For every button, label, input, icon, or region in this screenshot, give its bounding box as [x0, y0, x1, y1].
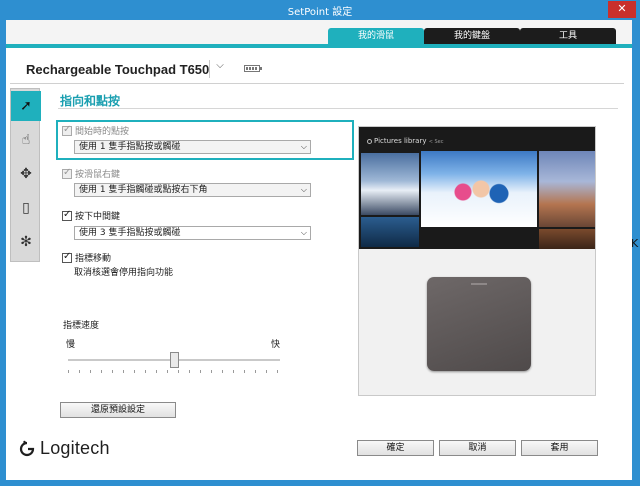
back-icon [367, 139, 372, 144]
slider-ticks [68, 370, 280, 373]
pictures-library-preview: Pictures library < Sec [359, 127, 595, 249]
middle-click-checkbox-row[interactable]: 按下中間鍵 [62, 209, 120, 222]
apply-button[interactable]: 套用 [521, 440, 598, 456]
header-divider [10, 83, 624, 84]
speed-slow-label: 慢 [66, 340, 76, 350]
pointer-move-note: 取消核選會停用指向功能 [74, 268, 174, 278]
offscreen-window-edge-text: K [631, 237, 639, 250]
tab-tools[interactable]: 工具 [520, 28, 616, 44]
window-title: SetPoint 設定 [287, 7, 353, 18]
section-title: 指向和點按 [60, 94, 121, 108]
tap-click-checkbox[interactable] [62, 124, 72, 136]
hand-icon[interactable]: ☝ [13, 125, 39, 155]
pictures-library-header: Pictures library < Sec [367, 137, 443, 145]
tap-click-label: 間始時的點按 [75, 127, 130, 137]
middle-click-label: 按下中間鍵 [75, 212, 121, 222]
middle-click-select-value: 使用 3 隻手指點按或觸碰 [79, 228, 181, 238]
chevron-down-icon[interactable]: ⌵ [213, 60, 227, 76]
chevron-down-icon: ⌵ [300, 228, 307, 237]
speed-fast-label: 快 [271, 340, 281, 350]
right-click-checkbox[interactable] [62, 167, 72, 179]
tab-strip: 我的滑鼠 我的鍵盤 工具 [6, 20, 632, 48]
battery-vertical-icon[interactable]: ▯ [13, 193, 39, 223]
photo-thumbnail [539, 151, 595, 227]
section-divider [58, 108, 618, 109]
cancel-button[interactable]: 取消 [439, 440, 516, 456]
pointer-speed-label: 指標速度 [63, 321, 100, 331]
logitech-settings-icon[interactable]: ✻ [13, 227, 39, 257]
pictures-library-sub: < Sec [428, 139, 444, 145]
middle-click-select[interactable]: 使用 3 隻手指點按或觸碰 ⌵ [74, 226, 311, 240]
tap-click-checkbox-row[interactable]: 間始時的點按 [62, 124, 129, 137]
move-arrows-icon[interactable]: ✥ [13, 159, 39, 189]
brand-name: Logitech [40, 438, 110, 458]
tap-click-select-value: 使用 1 隻手指點按或觸碰 [79, 142, 181, 152]
restore-defaults-button[interactable]: 還原預設設定 [60, 402, 176, 418]
pictures-library-label: Pictures library [374, 137, 427, 145]
chevron-down-icon: ⌵ [300, 142, 307, 151]
title-bar: SetPoint 設定 ✕ [0, 0, 640, 20]
touchpad-illustration [427, 277, 531, 371]
right-click-select-value: 使用 1 隻手指觸碰或點按右下角 [79, 185, 208, 195]
logitech-g-icon [19, 440, 35, 456]
pointer-gesture-icon[interactable]: ➚ [11, 91, 41, 121]
tap-click-select[interactable]: 使用 1 隻手指點按或觸碰 ⌵ [74, 140, 311, 154]
photo-thumbnail [361, 153, 419, 215]
device-divider [209, 60, 210, 78]
chevron-down-icon: ⌵ [300, 185, 307, 194]
middle-click-checkbox[interactable] [62, 209, 72, 221]
category-rail: ➚ ☝ ✥ ▯ ✻ [10, 88, 41, 262]
right-click-select[interactable]: 使用 1 隻手指觸碰或點按右下角 ⌵ [74, 183, 311, 197]
pointer-move-checkbox[interactable] [62, 251, 72, 263]
logitech-logo: Logitech [18, 438, 110, 459]
photo-thumbnail [539, 229, 595, 249]
right-click-checkbox-row[interactable]: 按滑鼠右鍵 [62, 167, 120, 180]
preview-panel: Pictures library < Sec [358, 126, 596, 396]
close-button[interactable]: ✕ [608, 1, 636, 18]
touchpad-logo [471, 283, 487, 285]
ok-button[interactable]: 確定 [357, 440, 434, 456]
tab-my-mouse[interactable]: 我的滑鼠 [328, 28, 424, 44]
photo-thumbnail [421, 151, 537, 227]
pointer-move-label: 指標移動 [75, 254, 112, 264]
pointer-speed-slider-thumb[interactable] [169, 352, 179, 368]
pointer-move-checkbox-row[interactable]: 指標移動 [62, 251, 111, 264]
device-name[interactable]: Rechargeable Touchpad T650 [26, 62, 209, 77]
tab-my-keyboard[interactable]: 我的鍵盤 [424, 28, 520, 44]
battery-icon [244, 65, 262, 72]
right-click-label: 按滑鼠右鍵 [75, 170, 121, 180]
photo-thumbnail [361, 217, 419, 247]
